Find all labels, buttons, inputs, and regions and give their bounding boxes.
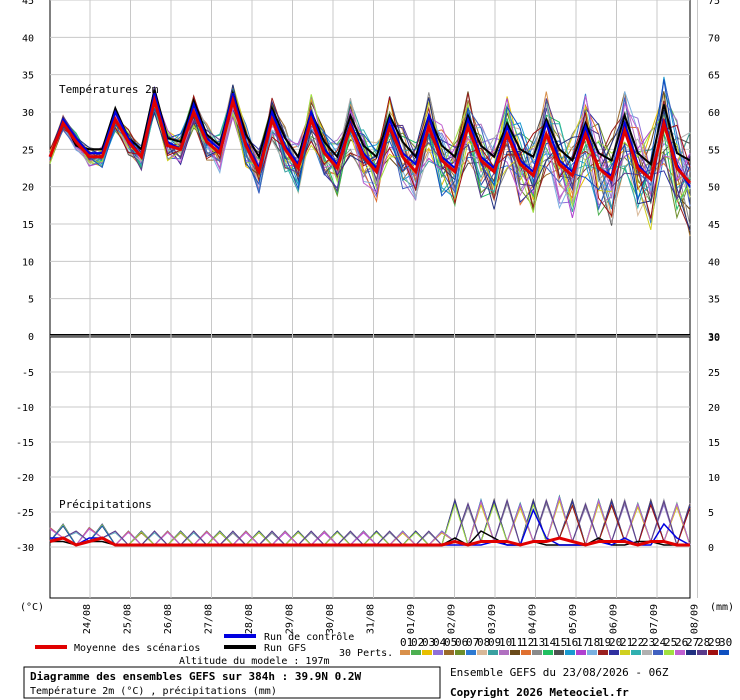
pert-swatch (642, 650, 652, 655)
legend-swatch-mean (35, 645, 67, 649)
legend-control-label: Run de contrôle (264, 631, 354, 643)
pert-number: 30 (719, 636, 732, 649)
temperature-left-tick: 30 (22, 108, 34, 119)
legend-swatch-control (224, 634, 256, 638)
legend-mean-label: Moyenne des scénarios (74, 642, 200, 654)
left-unit-label: (°C) (20, 602, 44, 613)
gefs-ensemble-chart: 45 7540 7035 6530 6025 5520 5015 4510 405 350 30 -… (16, 0, 734, 699)
ensemble-info: Ensemble GEFS du 23/08/2026 - 06Z (450, 666, 669, 679)
precipitation-right-tick: 25 (708, 368, 720, 379)
pert-swatch (598, 650, 608, 655)
altitude-label: Altitude du modele : 197m (179, 656, 330, 667)
temperature-left-tick: 0 (28, 332, 34, 343)
pert-swatch (708, 650, 718, 655)
date-tick-label: 29/08 (285, 604, 296, 634)
legend-perts-label: 30 Perts. (339, 648, 393, 659)
date-tick-label: 05/09 (568, 604, 579, 634)
precipitation-right-tick: 15 (708, 438, 720, 449)
temperature-left-tick: 25 (22, 145, 34, 156)
perturbation-legend: 0102030405060708091011121314151617181920… (400, 636, 732, 655)
info-box-title: Diagramme des ensembles GEFS sur 384h : … (30, 670, 362, 683)
pert-swatch (455, 650, 465, 655)
pert-swatch (488, 650, 498, 655)
pert-swatch (521, 650, 531, 655)
date-tick-label: 28/08 (244, 604, 255, 634)
temperature-right-tick: 40 (708, 257, 720, 268)
temperature-right-tick: 50 (708, 183, 720, 194)
temperature-right-tick: 65 (708, 71, 720, 82)
pert-swatch (620, 650, 630, 655)
pert-swatch (653, 650, 663, 655)
precipitation-panel-title: Précipitations (59, 498, 152, 511)
date-tick-label: 03/09 (487, 604, 498, 634)
precipitation-left-tick: -25 (16, 508, 34, 519)
temperature-left-tick: 40 (22, 33, 34, 44)
pert-swatch (499, 650, 509, 655)
pert-swatch (422, 650, 432, 655)
precipitation-right-tick: 20 (708, 403, 720, 414)
pert-swatch (466, 650, 476, 655)
pert-swatch (576, 650, 586, 655)
info-box-subtitle: Température 2m (°C) , précipitations (mm… (30, 685, 277, 697)
legend-gfs-label: Run GFS (264, 643, 306, 654)
date-tick-label: 25/08 (123, 604, 134, 634)
pert-swatch (510, 650, 520, 655)
date-tick-label: 02/09 (447, 604, 458, 634)
temperature-left-tick: 35 (22, 71, 34, 82)
pert-swatch (433, 650, 443, 655)
date-tick-label: 01/09 (406, 604, 417, 634)
date-tick-label: 30/08 (325, 604, 336, 634)
precipitation-left-tick: -20 (16, 473, 34, 484)
precipitation-right-tick: 30 (708, 333, 720, 344)
temperature-right-tick: 75 (708, 0, 720, 7)
pert-swatch (609, 650, 619, 655)
date-tick-label: 26/08 (163, 604, 174, 634)
date-tick-label: 07/09 (649, 604, 660, 634)
pert-swatch (565, 650, 575, 655)
precipitation-right-tick: 0 (708, 543, 714, 554)
date-tick-label: 27/08 (204, 604, 215, 634)
precipitation-right-tick: 10 (708, 473, 720, 484)
legend-swatch-gfs (224, 645, 256, 649)
pert-swatch (631, 650, 641, 655)
temperature-left-tick: 15 (22, 220, 34, 231)
pert-swatch (532, 650, 542, 655)
right-unit-label: (mm) (710, 602, 734, 613)
precipitation-left-tick: -5 (22, 368, 34, 379)
date-tick-label: 31/08 (366, 604, 377, 634)
pert-swatch (554, 650, 564, 655)
precipitation-left-tick: -15 (16, 438, 34, 449)
pert-swatch (675, 650, 685, 655)
copyright: Copyright 2026 Meteociel.fr (450, 686, 629, 699)
pert-swatch (477, 650, 487, 655)
temperature-left-tick: 20 (22, 183, 34, 194)
temperature-right-tick: 60 (708, 108, 720, 119)
pert-swatch (697, 650, 707, 655)
temperature-right-tick: 45 (708, 220, 720, 231)
date-tick-label: 04/09 (528, 604, 539, 634)
temperature-left-tick: 10 (22, 257, 34, 268)
temperature-panel-title: Températures 2m (59, 83, 159, 96)
temperature-right-tick: 35 (708, 295, 720, 306)
pert-swatch (543, 650, 553, 655)
temperature-left-tick: 5 (28, 295, 34, 306)
date-tick-label: 24/08 (82, 604, 93, 634)
pert-swatch (444, 650, 454, 655)
precipitation-right-tick: 5 (708, 508, 714, 519)
precipitation-left-tick: -10 (16, 403, 34, 414)
legend: Moyenne des scénarios Run de contrôle Ru… (35, 631, 732, 667)
date-tick-label: 06/09 (609, 604, 620, 634)
temperature-right-tick: 70 (708, 33, 720, 44)
pert-swatch (719, 650, 729, 655)
pert-swatch (686, 650, 696, 655)
date-tick-label: 08/09 (690, 604, 701, 634)
pert-swatch (411, 650, 421, 655)
temperature-right-tick: 55 (708, 145, 720, 156)
date-axis-ticks: 24/08 25/08 26/08 27/08 28/08 29/08 30/08 31/08… (82, 604, 701, 634)
temperature-left-tick: 45 (22, 0, 34, 7)
pert-swatch (400, 650, 410, 655)
pert-swatch (587, 650, 597, 655)
precipitation-left-tick: -30 (16, 543, 34, 554)
pert-swatch (664, 650, 674, 655)
